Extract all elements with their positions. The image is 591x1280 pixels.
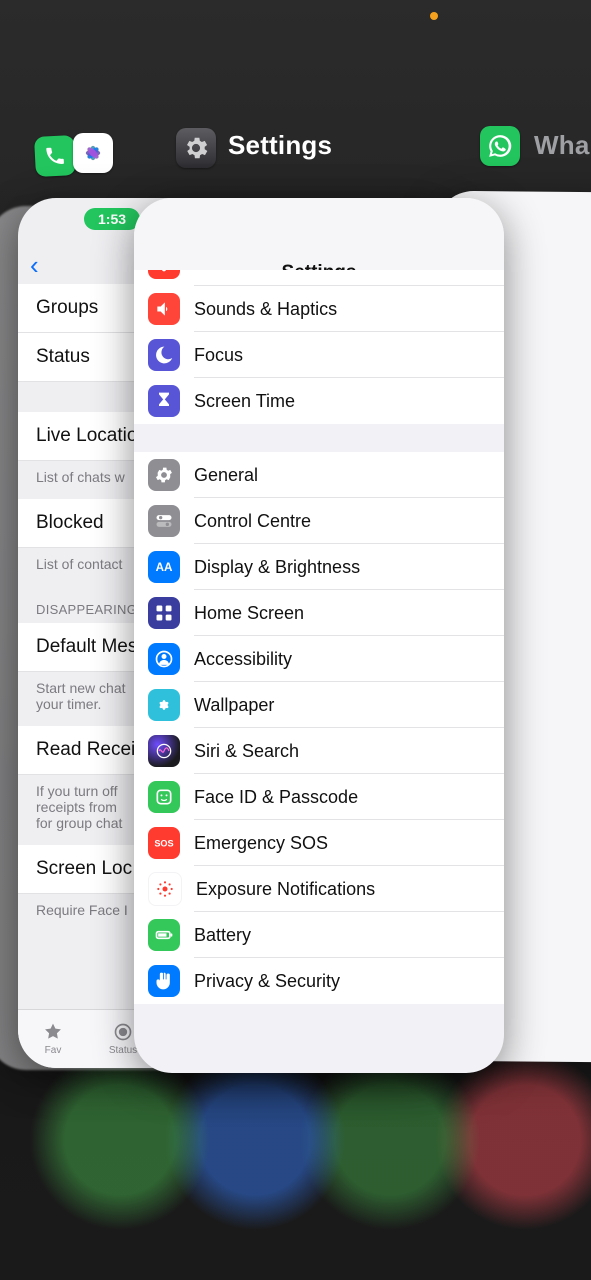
flower-icon <box>148 689 180 721</box>
speaker-icon <box>148 293 180 325</box>
settings-row-label-controlcentre: Control Centre <box>194 511 311 532</box>
settings-row-label-accessibility: Accessibility <box>194 649 292 670</box>
status-ring-icon <box>113 1022 133 1042</box>
battery-icon <box>148 919 180 951</box>
settings-row-general[interactable]: General <box>134 452 504 498</box>
whatsapp-app-icon <box>480 126 520 166</box>
settings-group-2: General Control Centre AA Display & Brightn… <box>134 452 504 1004</box>
grid-icon <box>148 597 180 629</box>
settings-group-1: Notifications Sounds & Haptics Focus Screen… <box>134 270 504 424</box>
settings-row-faceid[interactable]: Face ID & Passcode <box>134 774 504 820</box>
settings-row-label-screentime: Screen Time <box>194 391 295 412</box>
settings-app-icon <box>176 128 216 168</box>
wa-tab-favourites-label: Fav <box>45 1045 62 1056</box>
person-icon <box>148 643 180 675</box>
siri-icon <box>148 735 180 767</box>
switches-icon <box>148 505 180 537</box>
svg-text:SOS: SOS <box>154 838 173 848</box>
wa-tab-status-label: Status <box>109 1045 137 1056</box>
settings-row-homescreen[interactable]: Home Screen <box>134 590 504 636</box>
moon-icon <box>148 339 180 371</box>
settings-row-label-sos: Emergency SOS <box>194 833 328 854</box>
settings-row-label-privacy: Privacy & Security <box>194 971 340 992</box>
settings-row-controlcentre[interactable]: Control Centre <box>134 498 504 544</box>
aa-icon: AA <box>148 551 180 583</box>
switcher-header: Settings Wha <box>0 126 591 182</box>
settings-row-label-sounds: Sounds & Haptics <box>194 299 337 320</box>
settings-row-exposure[interactable]: Exposure Notifications <box>134 866 504 912</box>
whatsapp-app-label: Wha <box>534 130 589 161</box>
settings-row-screentime[interactable]: Screen Time <box>134 378 504 424</box>
back-chevron-icon[interactable]: ‹ <box>30 250 39 281</box>
sos-icon: SOS <box>148 827 180 859</box>
settings-row-label-wallpaper: Wallpaper <box>194 695 274 716</box>
settings-row-accessibility[interactable]: Accessibility <box>134 636 504 682</box>
photos-app-icon <box>73 133 113 173</box>
settings-row-display[interactable]: AA Display & Brightness <box>134 544 504 590</box>
settings-scroll[interactable]: Notifications Sounds & Haptics Focus Screen… <box>134 270 504 1073</box>
settings-row-notifications[interactable]: Notifications <box>134 270 504 286</box>
privacy-mic-indicator-dot <box>430 12 438 20</box>
app-switcher-stage[interactable]: Settings Wha 1:53 ‹ Groups Status Live L… <box>0 0 591 1280</box>
settings-row-siri[interactable]: Siri & Search <box>134 728 504 774</box>
bell-icon <box>148 270 180 279</box>
settings-row-label-faceid: Face ID & Passcode <box>194 787 358 808</box>
phone-app-icon <box>34 135 76 177</box>
settings-app-label: Settings <box>228 130 332 161</box>
hand-icon <box>148 965 180 997</box>
settings-row-wallpaper[interactable]: Wallpaper <box>134 682 504 728</box>
settings-row-focus[interactable]: Focus <box>134 332 504 378</box>
settings-row-label-notifications: Notifications <box>194 270 292 274</box>
status-pill-time: 1:53 <box>84 208 140 230</box>
hourglass-icon <box>148 385 180 417</box>
face-icon <box>148 781 180 813</box>
settings-row-label-general: General <box>194 465 258 486</box>
expo-icon <box>148 872 182 906</box>
settings-row-sos[interactable]: SOS Emergency SOS <box>134 820 504 866</box>
settings-row-label-focus: Focus <box>194 345 243 366</box>
settings-row-label-siri: Siri & Search <box>194 741 299 762</box>
settings-row-battery[interactable]: Battery <box>134 912 504 958</box>
settings-row-label-exposure: Exposure Notifications <box>196 879 375 900</box>
svg-text:AA: AA <box>156 561 173 574</box>
settings-row-label-display: Display & Brightness <box>194 557 360 578</box>
star-icon <box>43 1022 63 1042</box>
gear-icon <box>148 459 180 491</box>
settings-row-label-homescreen: Home Screen <box>194 603 304 624</box>
settings-row-sounds[interactable]: Sounds & Haptics <box>134 286 504 332</box>
settings-row-privacy[interactable]: Privacy & Security <box>134 958 504 1004</box>
switcher-card-settings[interactable]: Settings NotificationsSounds & HapticsFo… <box>134 198 504 1073</box>
wa-tab-favourites[interactable]: Fav <box>18 1010 88 1068</box>
settings-row-label-battery: Battery <box>194 925 251 946</box>
